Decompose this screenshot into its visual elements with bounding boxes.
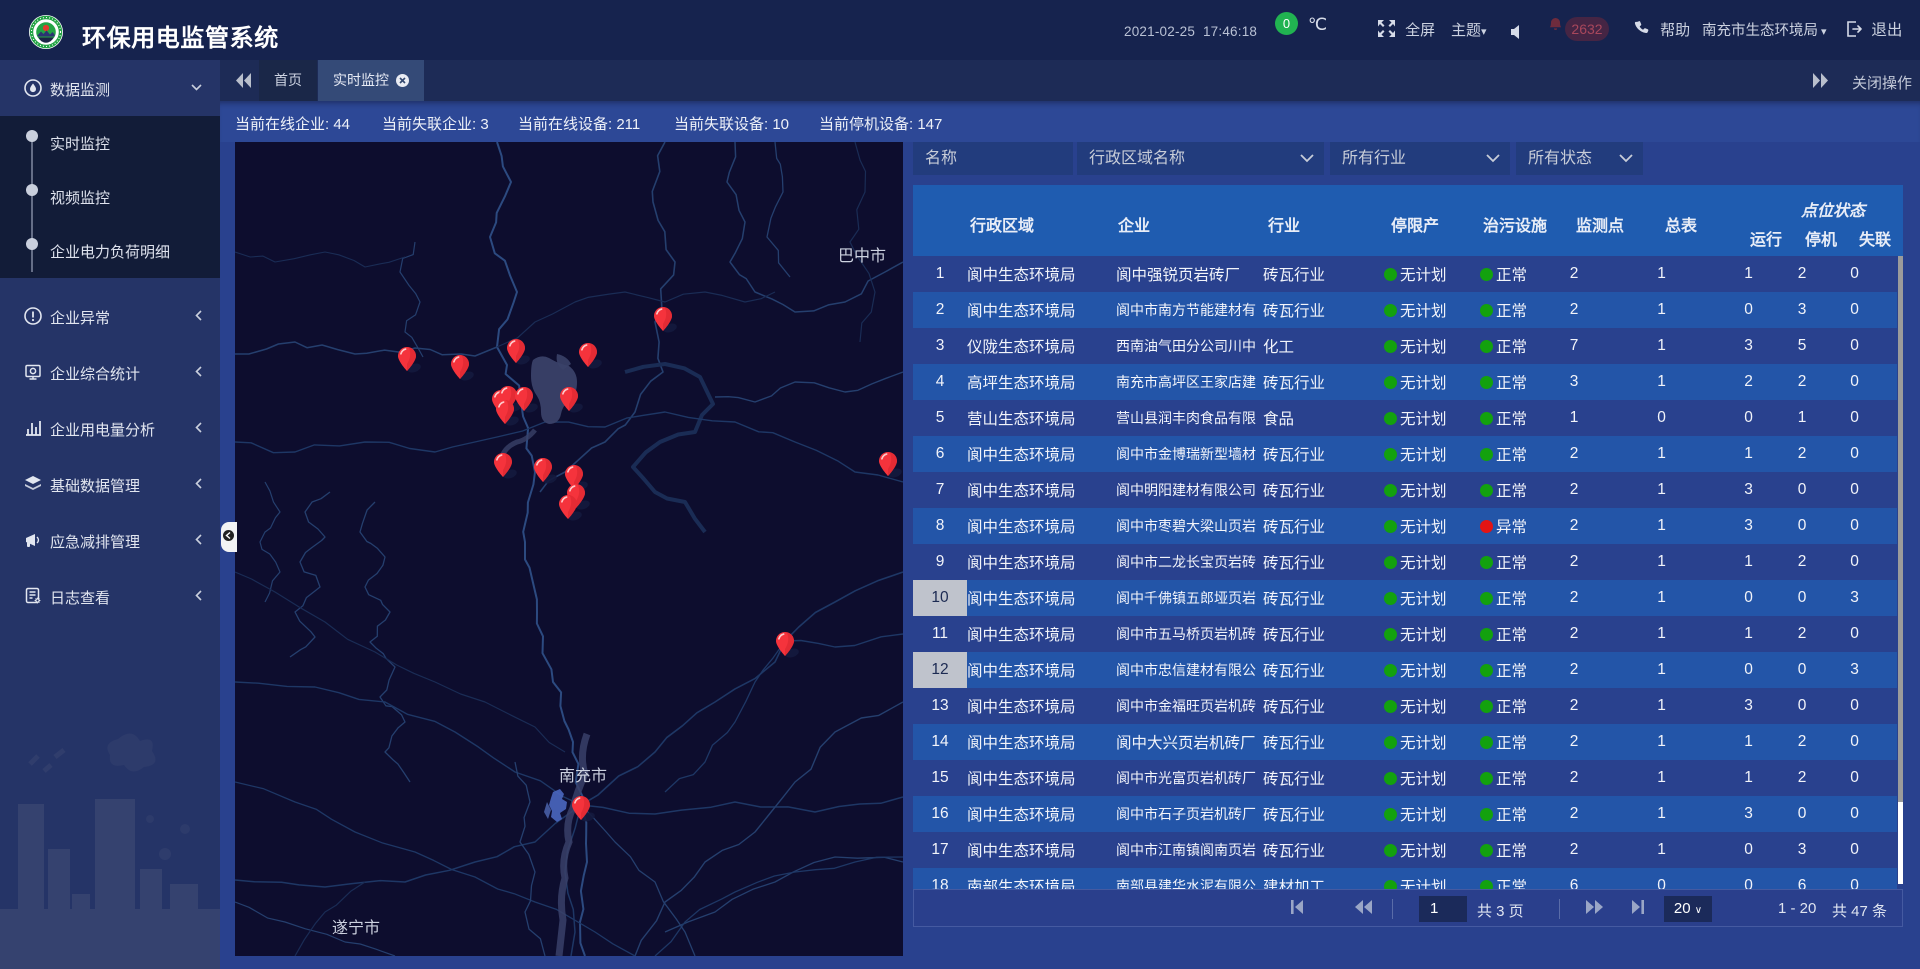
svg-text:遂宁市: 遂宁市 xyxy=(332,919,380,937)
svg-text:南充市: 南充市 xyxy=(559,767,607,785)
svg-text:巴中市: 巴中市 xyxy=(838,247,886,265)
